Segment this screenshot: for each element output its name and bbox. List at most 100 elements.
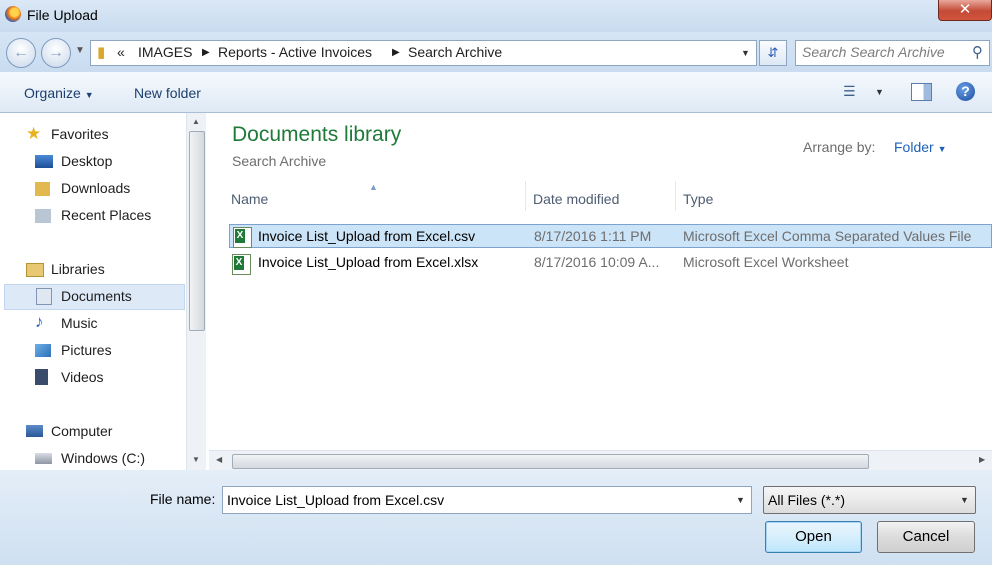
folder-icon: ▮ xyxy=(97,44,106,61)
search-icon[interactable]: ⚲ xyxy=(972,43,983,61)
breadcrumb-separator-icon[interactable]: ▶ xyxy=(202,47,210,58)
nav-label: Music xyxy=(61,315,98,331)
title-bar: File Upload ✕ xyxy=(0,0,992,32)
arrange-by-dropdown[interactable]: Folder ▼ xyxy=(894,139,947,155)
computer-icon xyxy=(26,425,43,437)
libraries-icon xyxy=(26,263,44,277)
nav-label: Computer xyxy=(51,423,113,439)
nav-desktop[interactable]: Desktop xyxy=(35,150,180,174)
file-type-filter-value: All Files (*.*) xyxy=(768,492,846,508)
scroll-down-icon[interactable]: ▼ xyxy=(192,455,200,464)
search-box: ⚲ xyxy=(795,40,990,66)
nav-label: Windows (C:) xyxy=(61,450,146,466)
nav-label: Recent Places xyxy=(61,207,152,223)
search-input[interactable] xyxy=(802,44,962,60)
file-type-filter[interactable]: All Files (*.*) ▼ xyxy=(763,486,976,514)
column-header-date[interactable]: Date modified xyxy=(533,191,619,207)
recent-pages-chevron-icon[interactable]: ▼ xyxy=(75,45,85,56)
file-date: 8/17/2016 10:09 A... xyxy=(534,254,660,270)
library-subtitle: Search Archive xyxy=(232,153,327,169)
nav-libraries[interactable]: Libraries xyxy=(26,258,176,282)
file-name-input[interactable]: Invoice List_Upload from Excel.csv xyxy=(227,492,444,508)
file-type: Microsoft Excel Worksheet xyxy=(683,254,849,270)
music-icon: ♪ xyxy=(35,312,44,331)
address-bar[interactable]: ▮ « IMAGES ▶ Reports - Active Invoices ▶… xyxy=(90,40,757,66)
nav-recent-places[interactable]: Recent Places xyxy=(35,204,180,228)
nav-videos[interactable]: Videos xyxy=(35,366,180,390)
view-dropdown-icon[interactable]: ▼ xyxy=(875,87,884,97)
column-header-name[interactable]: Name xyxy=(231,191,268,207)
firefox-icon xyxy=(5,6,21,22)
nav-pictures[interactable]: Pictures xyxy=(35,339,180,363)
arrange-by-label: Arrange by: xyxy=(803,139,876,155)
nav-label: Videos xyxy=(61,369,104,385)
desktop-icon xyxy=(35,155,53,168)
nav-scrollbar[interactable]: ▲ ▼ xyxy=(186,113,207,470)
view-list-icon[interactable]: ☰ xyxy=(843,83,856,100)
videos-icon xyxy=(35,369,48,385)
address-dropdown-icon[interactable]: ▼ xyxy=(741,48,750,58)
nav-label: Downloads xyxy=(61,180,131,196)
organize-dropdown-icon: ▼ xyxy=(84,90,94,100)
navigation-pane: ★ Favorites Desktop Downloads Recent Pla… xyxy=(0,113,186,470)
file-name-label: File name: xyxy=(150,491,216,507)
excel-xlsx-icon xyxy=(232,254,251,275)
breadcrumb-separator-icon[interactable]: ▶ xyxy=(392,47,400,58)
nav-scroll-thumb[interactable] xyxy=(189,131,205,331)
star-icon: ★ xyxy=(26,124,42,143)
arrange-dropdown-icon: ▼ xyxy=(937,144,947,154)
scroll-left-icon[interactable]: ◀ xyxy=(216,455,222,464)
open-button[interactable]: Open xyxy=(765,521,862,553)
breadcrumb-overflow[interactable]: « xyxy=(117,44,125,60)
breadcrumb-images[interactable]: IMAGES xyxy=(138,44,192,60)
preview-pane-icon[interactable] xyxy=(911,83,932,101)
refresh-button[interactable]: ⇵ xyxy=(759,40,787,66)
cancel-button[interactable]: Cancel xyxy=(877,521,975,553)
organize-label: Organize xyxy=(24,85,81,101)
new-folder-button[interactable]: New folder xyxy=(134,85,201,101)
file-name: Invoice List_Upload from Excel.xlsx xyxy=(258,254,479,270)
filter-dropdown-icon: ▼ xyxy=(960,495,969,505)
nav-label: Libraries xyxy=(51,261,105,277)
column-divider[interactable] xyxy=(675,181,676,211)
close-button[interactable]: ✕ xyxy=(938,0,992,21)
window-title: File Upload xyxy=(27,7,98,23)
nav-downloads[interactable]: Downloads xyxy=(35,177,180,201)
nav-favorites[interactable]: ★ Favorites xyxy=(26,123,176,147)
downloads-folder-icon xyxy=(35,182,50,196)
help-icon[interactable]: ? xyxy=(956,82,975,101)
column-divider[interactable] xyxy=(525,181,526,211)
toolbar: Organize ▼ New folder ☰ ▼ ? xyxy=(0,72,992,113)
column-header-type[interactable]: Type xyxy=(683,191,713,207)
forward-button[interactable]: → xyxy=(41,38,71,68)
nav-label: Desktop xyxy=(61,153,113,169)
arrange-by-value: Folder xyxy=(894,139,934,155)
scroll-right-icon[interactable]: ▶ xyxy=(979,455,985,464)
nav-music[interactable]: ♪ Music xyxy=(35,312,180,336)
nav-documents[interactable]: Documents xyxy=(4,284,185,310)
scroll-up-icon[interactable]: ▲ xyxy=(192,117,200,126)
file-name-dropdown-icon[interactable]: ▼ xyxy=(736,495,745,505)
pictures-icon xyxy=(35,344,51,357)
nav-computer[interactable]: Computer xyxy=(26,420,176,444)
file-row[interactable]: Invoice List_Upload from Excel.xlsx 8/17… xyxy=(229,251,992,275)
file-type: Microsoft Excel Comma Separated Values F… xyxy=(683,228,972,244)
breadcrumb-reports[interactable]: Reports - Active Invoices xyxy=(218,44,372,60)
documents-icon xyxy=(36,288,52,305)
file-list-pane: Documents library Search Archive Arrange… xyxy=(209,113,992,471)
dialog-footer: File name: Invoice List_Upload from Exce… xyxy=(0,470,992,565)
nav-windows-c[interactable]: Windows (C:) xyxy=(35,447,180,471)
breadcrumb-search-archive[interactable]: Search Archive xyxy=(408,44,502,60)
file-name-combobox[interactable]: Invoice List_Upload from Excel.csv ▼ xyxy=(222,486,752,514)
file-name: Invoice List_Upload from Excel.csv xyxy=(258,228,476,244)
file-row[interactable]: Invoice List_Upload from Excel.csv 8/17/… xyxy=(229,224,992,248)
horizontal-scroll-thumb[interactable] xyxy=(232,454,869,469)
organize-button[interactable]: Organize ▼ xyxy=(24,85,94,101)
excel-csv-icon xyxy=(233,227,252,248)
horizontal-scrollbar[interactable]: ◀ ▶ xyxy=(209,450,992,471)
back-button[interactable]: ← xyxy=(6,38,36,68)
sort-ascending-icon: ▲ xyxy=(369,182,378,192)
file-date: 8/17/2016 1:11 PM xyxy=(534,228,652,244)
drive-icon xyxy=(35,453,52,464)
nav-label: Favorites xyxy=(51,126,109,142)
